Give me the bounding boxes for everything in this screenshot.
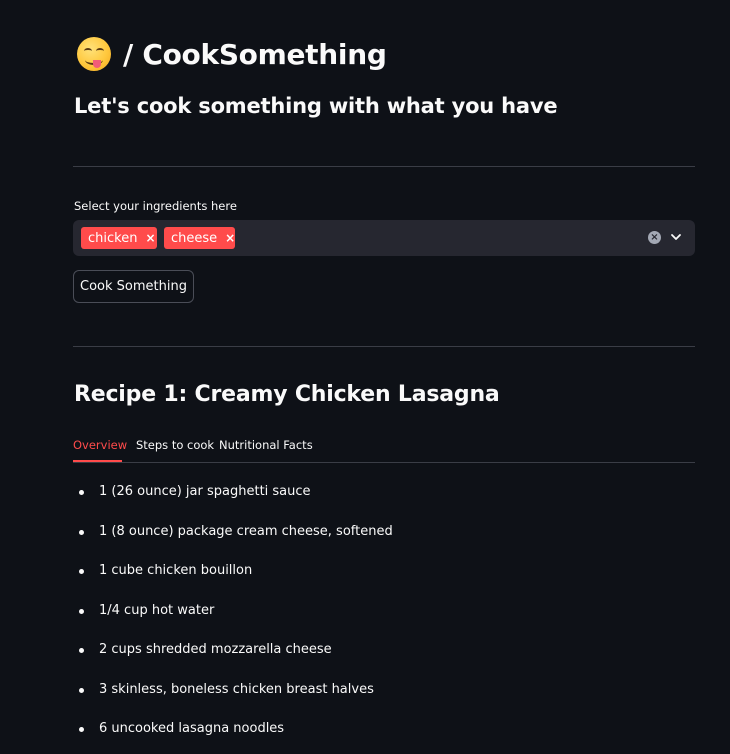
remove-tag-icon[interactable]: × bbox=[145, 231, 155, 245]
ingredient-list: 1 (26 ounce) jar spaghetti sauce 1 (8 ou… bbox=[73, 482, 695, 754]
ingredient-text: 2 cups shredded mozzarella cheese bbox=[99, 642, 332, 657]
ingredient-tag-cheese: cheese × bbox=[164, 227, 235, 249]
list-item: 1/4 cup hot water bbox=[73, 601, 695, 641]
ingredients-multiselect[interactable]: chicken × cheese × × bbox=[73, 220, 695, 256]
cook-something-button[interactable]: Cook Something bbox=[73, 270, 194, 303]
tab-overview[interactable]: Overview bbox=[73, 438, 127, 452]
ingredient-text: 1 cube chicken bouillon bbox=[99, 563, 253, 578]
bullet-icon bbox=[79, 569, 84, 574]
bullet-icon bbox=[79, 648, 84, 653]
ingredient-tag-chicken: chicken × bbox=[81, 227, 157, 249]
ingredient-text: 1 (26 ounce) jar spaghetti sauce bbox=[99, 484, 311, 499]
list-item: 2 cups shredded mozzarella cheese bbox=[73, 640, 695, 680]
yum-face-icon bbox=[77, 37, 111, 71]
ingredient-text: 6 uncooked lasagna noodles bbox=[99, 721, 285, 736]
list-item: 1 (26 ounce) jar spaghetti sauce bbox=[73, 482, 695, 522]
chevron-down-icon[interactable] bbox=[669, 230, 683, 244]
tab-nutritional-facts[interactable]: Nutritional Facts bbox=[219, 438, 313, 452]
list-item: 6 uncooked lasagna noodles bbox=[73, 719, 695, 754]
ingredients-select-label: Select your ingredients here bbox=[74, 199, 237, 213]
ingredient-text: 1 (8 ounce) package cream cheese, soften… bbox=[99, 523, 393, 539]
remove-tag-icon[interactable]: × bbox=[225, 231, 235, 245]
tab-steps-to-cook[interactable]: Steps to cook bbox=[136, 438, 214, 452]
tag-label: chicken bbox=[88, 230, 138, 246]
bullet-icon bbox=[79, 687, 84, 693]
page-subtitle: Let's cook something with what you have bbox=[74, 94, 558, 118]
app-page: / CookSomething Let's cook something wit… bbox=[0, 0, 730, 754]
divider bbox=[73, 166, 695, 167]
list-item: 1 (8 ounce) package cream cheese, soften… bbox=[73, 522, 695, 562]
bullet-icon bbox=[79, 529, 84, 535]
list-item: 3 skinless, boneless chicken breast halv… bbox=[73, 680, 695, 720]
active-tab-indicator bbox=[73, 460, 122, 462]
page-title-text: / CookSomething bbox=[123, 37, 387, 71]
tag-label: cheese bbox=[171, 230, 218, 246]
bullet-icon bbox=[79, 490, 84, 495]
bullet-icon bbox=[79, 727, 84, 732]
recipe-title: Recipe 1: Creamy Chicken Lasagna bbox=[74, 382, 500, 407]
ingredient-text: 3 skinless, boneless chicken breast halv… bbox=[99, 681, 374, 697]
clear-all-icon[interactable]: × bbox=[648, 231, 661, 244]
page-title: / CookSomething bbox=[73, 34, 387, 74]
recipe-tabs: Overview Steps to cook Nutritional Facts bbox=[73, 428, 695, 463]
bullet-icon bbox=[79, 608, 84, 614]
ingredient-text: 1/4 cup hot water bbox=[99, 602, 215, 618]
divider bbox=[73, 346, 695, 347]
list-item: 1 cube chicken bouillon bbox=[73, 561, 695, 601]
